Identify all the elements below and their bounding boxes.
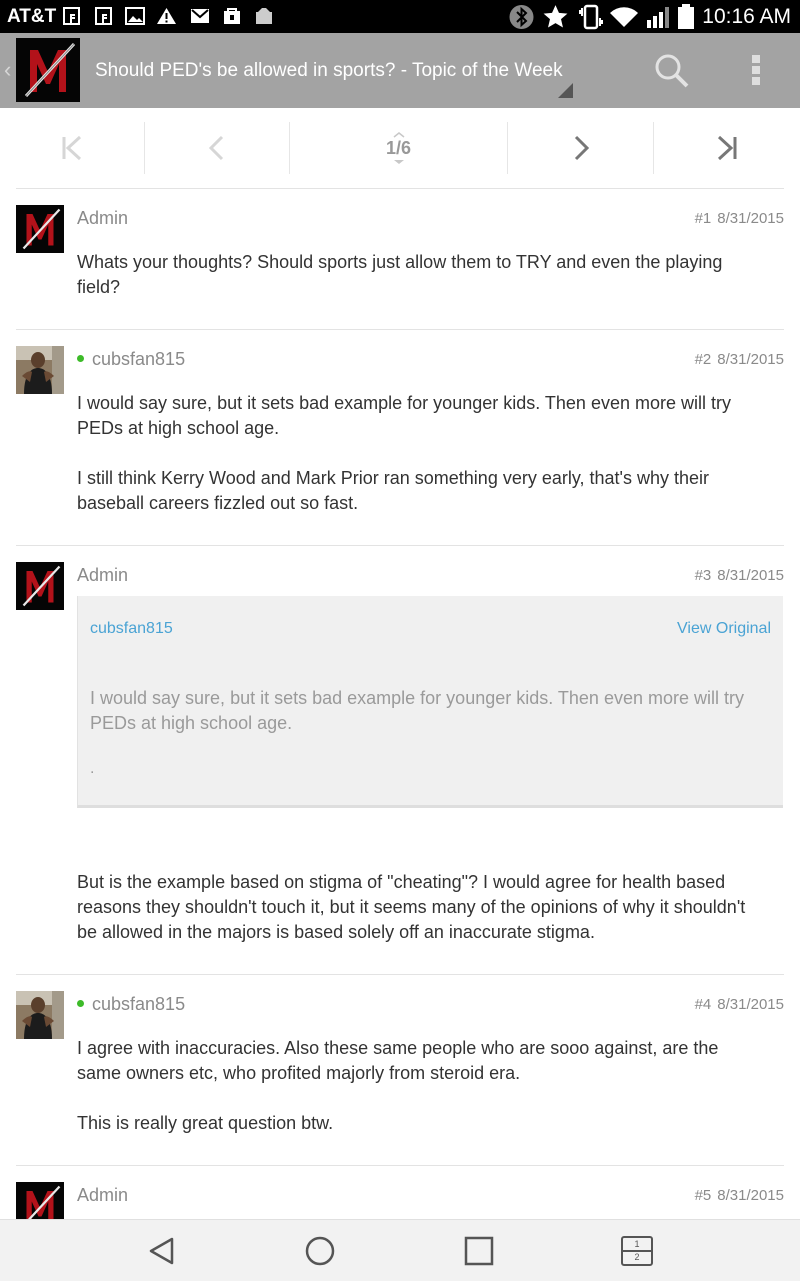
quote-text: I would say sure, but it sets bad exampl… (90, 688, 744, 733)
up-chevron-icon[interactable]: ‹ (4, 57, 11, 83)
previous-page-button[interactable] (145, 120, 289, 176)
vibrate-icon (579, 4, 603, 30)
system-nav-bar: 1 2 (0, 1219, 800, 1281)
post-paragraph: Whats your thoughts? Should sports just … (77, 252, 723, 297)
next-page-button[interactable] (508, 120, 653, 176)
chevron-right-icon (574, 135, 589, 161)
action-bar: ‹ Should PED's be allowed in sports? - T… (0, 33, 800, 108)
post: Admin #1 8/31/2015 Whats your thoughts? S… (0, 189, 800, 329)
post-author[interactable]: cubsfan815 (77, 994, 185, 1015)
warning-icon (157, 8, 176, 24)
gmail-icon (191, 9, 209, 23)
avatar[interactable] (16, 991, 64, 1039)
post-author[interactable]: Admin (77, 208, 128, 229)
admin-avatar-image (16, 1182, 64, 1219)
avatar[interactable] (16, 562, 64, 610)
last-page-icon (717, 135, 737, 161)
post-author-name: cubsfan815 (92, 994, 186, 1014)
post-body: I agree with inaccuracies. Also these sa… (77, 1036, 767, 1161)
post-paragraph: But is the example based on stigma of "c… (77, 872, 746, 942)
battery-icon (678, 4, 694, 29)
post: cubsfan815 #2 8/31/2015 I would say sure,… (0, 330, 800, 545)
view-original-link[interactable]: View Original (677, 620, 771, 638)
facebook-icon (63, 7, 80, 25)
first-page-button[interactable] (0, 120, 144, 176)
post-paragraph: I would say sure, but it sets bad exampl… (77, 393, 731, 438)
post-author[interactable]: Admin (77, 1185, 128, 1206)
post-date: 8/31/2015 (717, 210, 784, 227)
image-icon (125, 7, 145, 25)
back-icon[interactable] (145, 1234, 179, 1268)
post-number: #2 (694, 351, 712, 368)
page-navigator: 1/6 (0, 108, 800, 188)
quote-trailing-text: . (90, 760, 95, 777)
post-body: Whats your thoughts? Should sports just … (77, 250, 767, 325)
last-page-button[interactable] (654, 120, 800, 176)
store-icon (224, 8, 240, 24)
first-page-icon (62, 135, 82, 161)
post-number: #3 (694, 567, 712, 584)
post-meta: #1 8/31/2015 (695, 210, 784, 227)
quote-block: cubsfan815 View Original I would say sur… (77, 596, 783, 808)
topic-title[interactable]: Should PED's be allowed in sports? - Top… (95, 60, 563, 82)
post-date: 8/31/2015 (717, 996, 784, 1013)
post: Admin #3 8/31/2015 cubsfan815 View Origin… (0, 546, 800, 974)
page-selector[interactable]: 1/6 (290, 120, 507, 176)
dual-window-digit: 2 (634, 1252, 640, 1262)
app-icon (256, 8, 272, 24)
post-author[interactable]: Admin (77, 565, 128, 586)
admin-avatar-image (16, 562, 64, 610)
online-indicator (77, 354, 84, 362)
post-meta: #4 8/31/2015 (695, 996, 784, 1013)
forum-logo-image (16, 38, 80, 102)
page-count: 1/6 (385, 137, 412, 158)
post-date: 8/31/2015 (717, 567, 784, 584)
cubsfan-avatar-image (16, 346, 64, 394)
post-number: #5 (694, 1187, 712, 1204)
post: Admin #5 8/31/2015 (0, 1166, 800, 1219)
recents-icon[interactable] (462, 1234, 496, 1268)
facebook-icon (95, 7, 112, 25)
dual-window-digit: 1 (623, 1238, 651, 1252)
avatar[interactable] (16, 346, 64, 394)
carrier-label: AT&T (7, 6, 57, 27)
post-paragraph: I agree with inaccuracies. Also these sa… (77, 1038, 719, 1083)
avatar[interactable] (16, 1182, 64, 1219)
post-body: I would say sure, but it sets bad exampl… (77, 391, 767, 541)
post-meta: #3 8/31/2015 (695, 567, 784, 584)
chevron-left-icon (208, 135, 224, 161)
dual-window-icon[interactable]: 1 2 (621, 1236, 653, 1266)
clock: 10:16 AM (702, 5, 791, 28)
home-icon[interactable] (303, 1234, 337, 1268)
online-indicator (77, 999, 84, 1007)
star-icon (543, 5, 568, 28)
post: cubsfan815 #4 8/31/2015 I agree with inac… (0, 975, 800, 1165)
cubsfan-avatar-image (16, 991, 64, 1039)
forum-logo[interactable] (16, 38, 80, 102)
post-date: 8/31/2015 (717, 1187, 784, 1204)
post-number: #1 (694, 210, 712, 227)
post-meta: #2 8/31/2015 (695, 351, 784, 368)
post-meta: #5 8/31/2015 (695, 1187, 784, 1204)
admin-avatar-image (16, 205, 64, 253)
post-body: But is the example based on stigma of "c… (77, 870, 767, 970)
status-bar: AT&T 10:16 AM (0, 0, 800, 33)
post-number: #4 (694, 996, 712, 1013)
search-icon[interactable] (654, 53, 690, 89)
post-author[interactable]: cubsfan815 (77, 349, 185, 370)
quote-author-link[interactable]: cubsfan815 (90, 620, 173, 638)
avatar[interactable] (16, 205, 64, 253)
wifi-icon (610, 7, 638, 27)
signal-icon (647, 7, 669, 28)
post-paragraph: This is really great question btw. (77, 1113, 334, 1133)
page-down-caret-icon (393, 159, 404, 164)
post-date: 8/31/2015 (717, 351, 784, 368)
post-paragraph: I still think Kerry Wood and Mark Prior … (77, 468, 710, 513)
dropdown-corner-icon[interactable] (558, 83, 573, 98)
bluetooth-icon (509, 5, 534, 29)
post-author-name: cubsfan815 (92, 349, 186, 369)
overflow-menu-icon[interactable] (752, 55, 760, 88)
